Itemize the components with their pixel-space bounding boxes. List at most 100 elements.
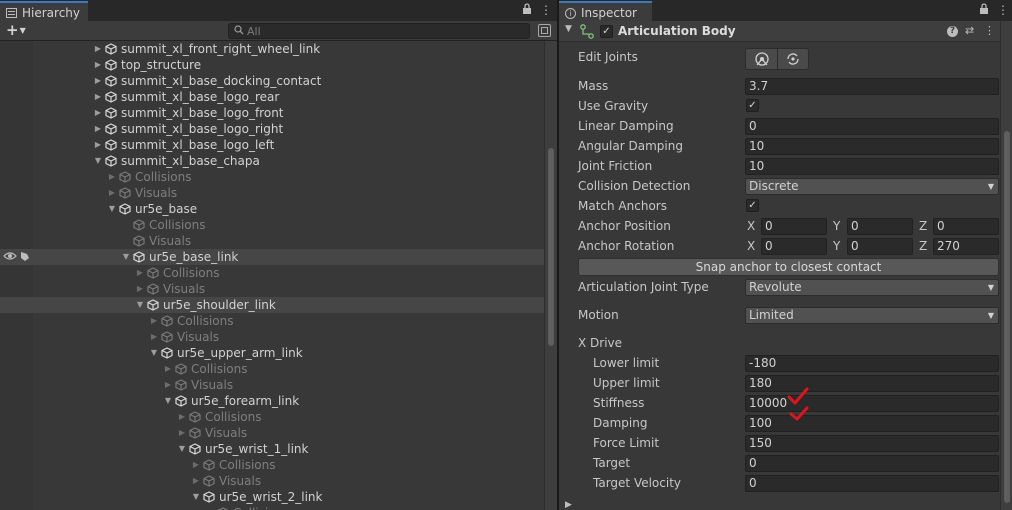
expand-arrow-icon[interactable]: ▼	[107, 201, 117, 217]
fold-arrow-icon[interactable]: ▶	[565, 500, 572, 510]
collapse-arrow-icon[interactable]: ▶	[93, 73, 103, 89]
hierarchy-row[interactable]: ▼ ur5e_base	[0, 201, 544, 217]
add-object-button[interactable]: +▼	[6, 22, 26, 39]
hierarchy-row[interactable]: ▶ Visuals	[0, 377, 544, 393]
collapse-arrow-icon[interactable]: ▶	[93, 41, 103, 57]
collapse-arrow-icon[interactable]: ▶	[93, 105, 103, 121]
stiffness-field[interactable]: 10000	[745, 395, 999, 412]
anchor-rotation-z-field[interactable]: 270	[933, 238, 999, 255]
anchor-rotation-x-field[interactable]: 0	[761, 238, 827, 255]
upper-limit-field[interactable]: 180	[745, 375, 999, 392]
anchor-position-x-field[interactable]: 0	[761, 218, 827, 235]
component-enabled-checkbox[interactable]: ✓	[600, 25, 613, 38]
collapse-arrow-icon[interactable]: ▶	[191, 473, 201, 489]
hierarchy-row[interactable]: ▼ ur5e_wrist_2_link	[0, 489, 544, 505]
hierarchy-row[interactable]: ▶ Collisions	[0, 169, 544, 185]
collapse-arrow-icon[interactable]: ▶	[107, 185, 117, 201]
edit-joint-anchor-button[interactable]	[748, 51, 776, 67]
collapse-arrow-icon[interactable]: ▶	[93, 121, 103, 137]
hierarchy-row[interactable]: Visuals	[0, 233, 544, 249]
fold-arrow-icon[interactable]: ▼	[565, 24, 572, 34]
collision-detection-dropdown[interactable]: Discrete ▼	[745, 178, 999, 195]
collapse-arrow-icon[interactable]: ▶	[93, 89, 103, 105]
expand-arrow-icon[interactable]: ▼	[121, 249, 131, 265]
collapse-arrow-icon[interactable]: ▶	[163, 377, 173, 393]
use-gravity-checkbox[interactable]: ✓	[746, 99, 759, 112]
collapse-arrow-icon[interactable]: ▶	[149, 313, 159, 329]
inspector-scrollbar[interactable]	[1000, 21, 1012, 510]
hierarchy-row[interactable]: ▶ summit_xl_base_logo_right	[0, 121, 544, 137]
hierarchy-row[interactable]: ▶ Collisions	[0, 265, 544, 281]
search-input[interactable]	[247, 24, 517, 38]
target-velocity-field[interactable]: 0	[745, 475, 999, 492]
hierarchy-row[interactable]: ▶ Collisions	[0, 409, 544, 425]
angular-damping-field[interactable]: 10	[745, 138, 999, 155]
collapse-arrow-icon[interactable]: ▶	[93, 57, 103, 73]
hierarchy-row[interactable]: ▼ ur5e_shoulder_link	[0, 297, 544, 313]
hierarchy-row[interactable]: ▶ summit_xl_base_logo_front	[0, 105, 544, 121]
hierarchy-row[interactable]: ▶ summit_xl_base_docking_contact	[0, 73, 544, 89]
collapse-arrow-icon[interactable]: ▶	[135, 265, 145, 281]
lock-icon[interactable]	[979, 3, 989, 18]
joint-friction-field[interactable]: 10	[745, 158, 999, 175]
collapse-arrow-icon[interactable]: ▶	[107, 169, 117, 185]
motion-dropdown[interactable]: Limited ▼	[745, 307, 999, 324]
match-anchors-checkbox[interactable]: ✓	[746, 199, 759, 212]
target-field[interactable]: 0	[745, 455, 999, 472]
lock-icon[interactable]	[522, 3, 532, 18]
more-options-icon[interactable]: ⋮	[540, 3, 552, 17]
hierarchy-row[interactable]: ▶ Visuals	[0, 281, 544, 297]
component-header[interactable]: ▼ ✓ Articulation Body ? ⇄ ⋮	[559, 21, 1000, 42]
linear-damping-field[interactable]: 0	[745, 118, 999, 135]
anchor-position-z-field[interactable]: 0	[933, 218, 999, 235]
hierarchy-row[interactable]: ▶ summit_xl_base_logo_rear	[0, 89, 544, 105]
expand-arrow-icon[interactable]: ▼	[177, 441, 187, 457]
hierarchy-row[interactable]: ▼ ur5e_base_link	[0, 249, 544, 265]
hierarchy-row[interactable]: ▶ Visuals	[0, 425, 544, 441]
hierarchy-row[interactable]: Collisions	[0, 217, 544, 233]
scrollbar-thumb[interactable]	[1004, 131, 1010, 503]
force-limit-field[interactable]: 150	[745, 435, 999, 452]
edit-joint-limits-button[interactable]	[779, 51, 807, 67]
collapse-arrow-icon[interactable]: ▶	[191, 457, 201, 473]
anchor-position-y-field[interactable]: 0	[847, 218, 913, 235]
expand-arrow-icon[interactable]: ▼	[149, 345, 159, 361]
hierarchy-row[interactable]: ▶ summit_xl_base_logo_left	[0, 137, 544, 153]
collapse-arrow-icon[interactable]: ▶	[163, 361, 173, 377]
presets-icon[interactable]: ⇄	[965, 24, 974, 37]
collapse-arrow-icon[interactable]: ▶	[177, 425, 187, 441]
hierarchy-row[interactable]: ▶ summit_xl_front_right_wheel_link	[0, 41, 544, 57]
tab-hierarchy[interactable]: Hierarchy	[0, 1, 89, 21]
scrollbar-thumb[interactable]	[548, 148, 554, 346]
hierarchy-row[interactable]: ▼ ur5e_upper_arm_link	[0, 345, 544, 361]
scene-visibility-icon[interactable]	[538, 24, 551, 37]
hierarchy-row[interactable]: ▶ Visuals	[0, 473, 544, 489]
collapse-arrow-icon[interactable]: ▶	[93, 137, 103, 153]
hierarchy-row[interactable]: ▼ summit_xl_base_chapa	[0, 153, 544, 169]
collapse-arrow-icon[interactable]: ▶	[177, 409, 187, 425]
x-drive-header[interactable]: X Drive	[559, 334, 1000, 352]
hierarchy-scrollbar[interactable]	[544, 41, 557, 510]
expand-arrow-icon[interactable]: ▼	[135, 297, 145, 313]
mass-field[interactable]: 3.7	[745, 78, 999, 95]
more-options-icon[interactable]: ⋮	[997, 3, 1009, 17]
hierarchy-row[interactable]: Collisions	[0, 505, 544, 510]
collapse-arrow-icon[interactable]: ▶	[135, 281, 145, 297]
damping-field[interactable]: 100	[745, 415, 999, 432]
hierarchy-row[interactable]: ▼ ur5e_wrist_1_link	[0, 441, 544, 457]
expand-arrow-icon[interactable]: ▼	[93, 153, 103, 169]
lower-limit-field[interactable]: -180	[745, 355, 999, 372]
component-menu-icon[interactable]: ⋮	[984, 24, 995, 37]
hierarchy-row[interactable]: ▶ Visuals	[0, 185, 544, 201]
snap-anchor-button[interactable]: Snap anchor to closest contact	[578, 258, 999, 276]
hierarchy-row[interactable]: ▼ ur5e_forearm_link	[0, 393, 544, 409]
hierarchy-row[interactable]: ▶ Collisions	[0, 457, 544, 473]
expand-arrow-icon[interactable]: ▼	[163, 393, 173, 409]
hierarchy-row[interactable]: ▶ Visuals	[0, 329, 544, 345]
tab-inspector[interactable]: i Inspector	[559, 1, 652, 21]
hierarchy-row[interactable]: ▶ top_structure	[0, 57, 544, 73]
help-icon[interactable]: ?	[947, 26, 958, 37]
expand-arrow-icon[interactable]: ▼	[191, 489, 201, 505]
hierarchy-row[interactable]: ▶ Collisions	[0, 313, 544, 329]
hierarchy-row[interactable]: ▶ Collisions	[0, 361, 544, 377]
